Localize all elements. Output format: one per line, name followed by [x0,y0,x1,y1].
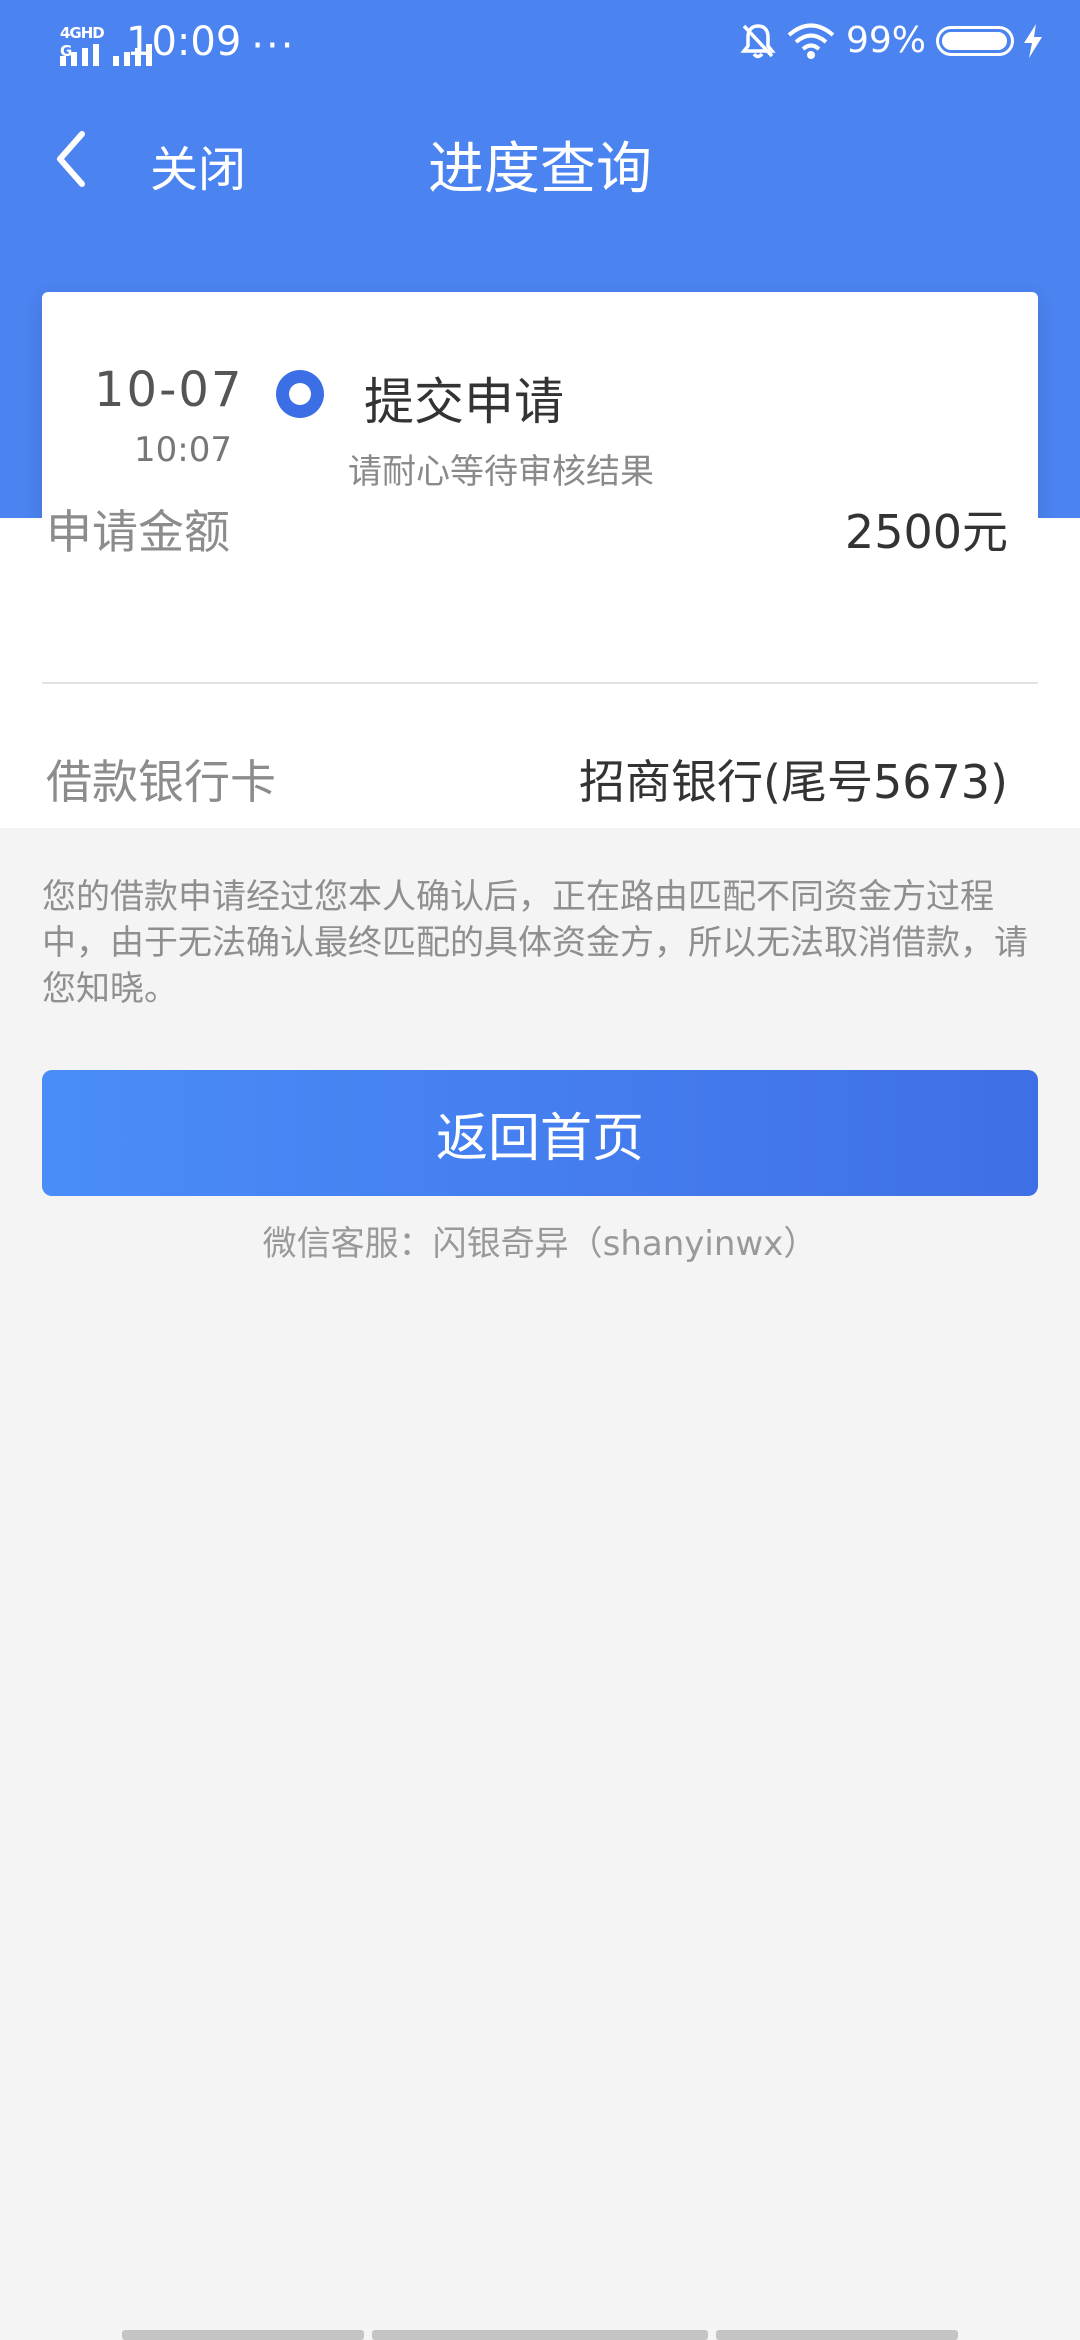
gesture-bar [716,2330,958,2340]
battery-icon [936,25,1014,56]
gesture-bar [122,2330,364,2340]
charging-icon [1024,23,1042,58]
amount-row: 申请金额 2500元 [42,430,1038,630]
bank-card-row: 借款银行卡 招商银行(尾号5673) [42,684,1038,824]
bank-card-value: 招商银行(尾号5673) [579,755,1008,809]
wifi-icon [787,23,835,59]
notice-text: 您的借款申请经过您本人确认后，正在路由匹配不同资金方过程中，由于无法确认最终匹配… [42,877,1028,1009]
status-bar-left: 4GHD G 10:09 ··· [60,18,295,66]
status-bar-right: 99% [740,20,1042,61]
wechat-support-text: 微信客服：闪银奇异（shanyinwx） [262,1224,818,1264]
progress-dot-icon [276,370,324,418]
battery-percentage: 99% [845,20,926,61]
signal-icon: 4GHD G [60,24,152,66]
status-bar: 4GHD G 10:09 ··· 99% [0,0,1080,84]
amount-value: 2500元 [844,505,1008,559]
application-details: 申请金额 2500元 借款银行卡 招商银行(尾号5673) [0,505,1080,828]
bank-card-label: 借款银行卡 [46,755,276,809]
mute-bell-icon [740,23,776,58]
return-home-button[interactable]: 返回首页 [42,1070,1038,1196]
more-notifications-icon: ··· [251,23,296,69]
progress-date: 10-07 [94,362,244,418]
amount-label: 申请金额 [46,505,230,559]
gesture-bar [372,2330,708,2340]
page-title: 进度查询 [428,137,652,202]
progress-step-title: 提交申请 [364,373,564,431]
